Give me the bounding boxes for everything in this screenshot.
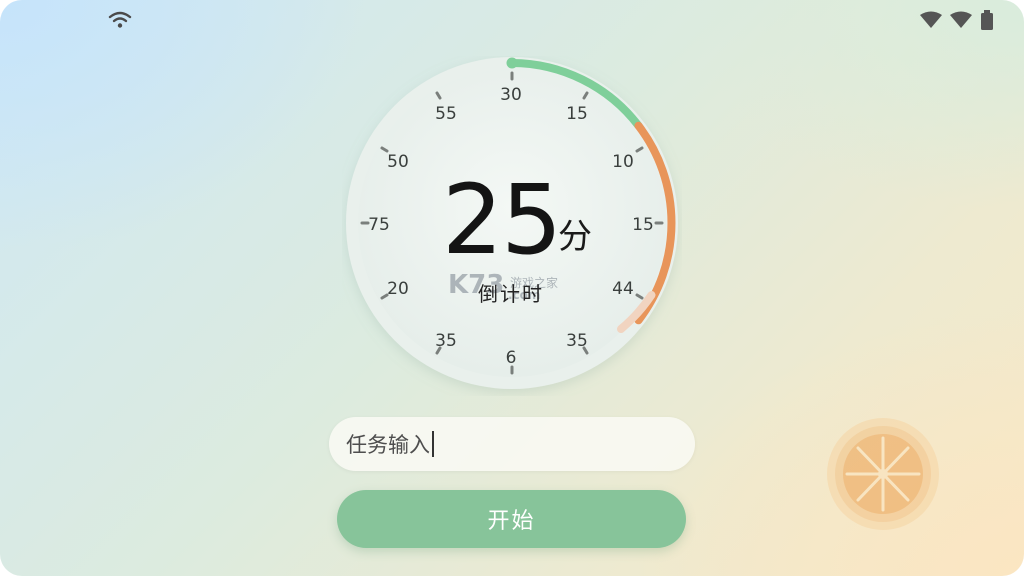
status-icons — [920, 10, 994, 30]
app-screen: 30 15 10 15 44 35 6 35 20 75 50 55 25 分 … — [0, 0, 1024, 576]
timer-dial[interactable]: 30 15 10 15 44 35 6 35 20 75 50 55 25 分 … — [342, 56, 682, 396]
dial-label: 15 — [632, 215, 654, 235]
dial-label: 44 — [612, 279, 634, 299]
timer-unit: 分 — [558, 217, 592, 257]
timer-subtitle: 倒计时 — [478, 282, 544, 306]
orange-slice-icon — [827, 418, 939, 530]
timer-value: 25 — [442, 164, 562, 276]
dial-label: 35 — [435, 331, 457, 351]
wifi-icon — [108, 11, 132, 28]
dial-label: 30 — [500, 85, 522, 105]
dial-label: 6 — [505, 348, 517, 368]
progress-handle — [506, 57, 518, 69]
start-button[interactable]: 开始 — [337, 490, 686, 548]
dial-label: 35 — [566, 331, 588, 351]
dial-label: 75 — [368, 215, 390, 235]
dial-label: 15 — [566, 104, 588, 124]
dial-label: 20 — [387, 279, 409, 299]
task-input-text: 任务输入 — [346, 433, 430, 457]
dial-label: 10 — [612, 152, 634, 172]
text-caret — [432, 431, 434, 457]
battery-icon — [981, 10, 993, 30]
wifi-icon — [920, 11, 942, 28]
dial-label: 55 — [435, 104, 457, 124]
task-input[interactable]: 任务输入 — [329, 417, 695, 471]
dial-label: 50 — [387, 152, 409, 172]
wifi-icon — [950, 11, 972, 28]
